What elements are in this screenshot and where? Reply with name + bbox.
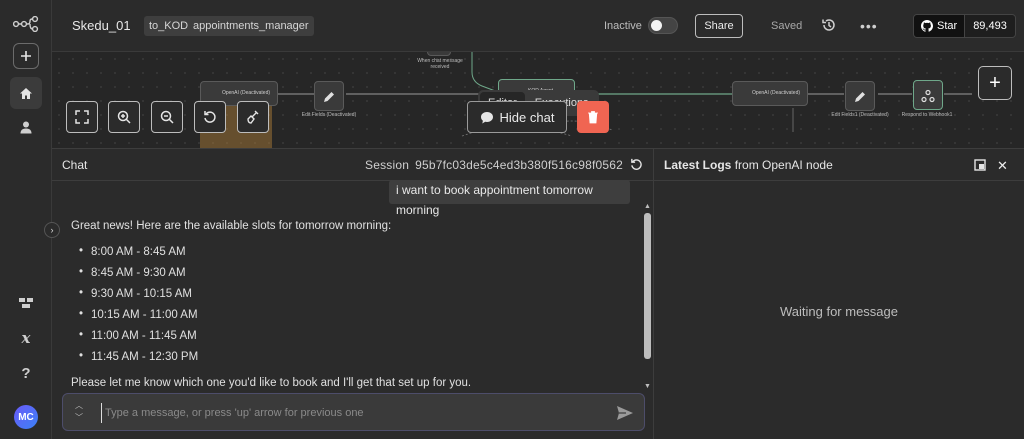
more-options-icon[interactable]: ••• bbox=[860, 18, 878, 34]
logs-empty-state: Waiting for message bbox=[779, 304, 898, 319]
zoom-out-icon bbox=[160, 110, 174, 124]
user-icon[interactable] bbox=[10, 111, 42, 143]
zoom-in-icon bbox=[117, 110, 131, 124]
slot-list: 8:00 AM - 8:45 AM 8:45 AM - 9:30 AM 9:30… bbox=[71, 245, 631, 372]
app-root: x ? MC Skedu_01 to_KOD appointments_mana… bbox=[0, 0, 1024, 439]
scroll-up-icon[interactable]: ▲ bbox=[644, 203, 651, 210]
popout-icon[interactable] bbox=[974, 159, 986, 171]
tag-appointments-manager[interactable]: appointments_manager bbox=[188, 16, 314, 36]
github-star-count: 89,493 bbox=[964, 15, 1015, 37]
slot-item: 8:45 AM - 9:30 AM bbox=[79, 266, 631, 288]
chat-trigger-node-label: When chat message received bbox=[417, 58, 463, 70]
respond-webhook-node-label: Respond to Webhook1 bbox=[901, 112, 953, 118]
message-input[interactable] bbox=[101, 403, 601, 423]
openai-node-1-title: OpenAI (Deactivated) bbox=[221, 90, 271, 96]
hide-chat-label: Hide chat bbox=[499, 109, 555, 125]
add-workflow-button[interactable] bbox=[13, 43, 39, 69]
edit-fields-1-node[interactable] bbox=[845, 81, 875, 111]
variables-icon[interactable]: x bbox=[10, 322, 42, 354]
slot-item: 11:45 AM - 12:30 PM bbox=[79, 350, 631, 372]
zoom-out-button[interactable] bbox=[151, 101, 183, 133]
zoom-in-button[interactable] bbox=[108, 101, 140, 133]
broom-icon bbox=[247, 110, 259, 124]
avatar[interactable]: MC bbox=[14, 405, 38, 429]
send-icon[interactable] bbox=[616, 404, 634, 422]
undo-icon bbox=[204, 111, 216, 123]
left-sidebar: x ? MC bbox=[0, 0, 52, 439]
fit-view-icon bbox=[75, 110, 89, 124]
slot-item: 10:15 AM - 11:00 AM bbox=[79, 308, 631, 330]
message-input-box: ︿ ﹀ bbox=[62, 393, 645, 431]
bot-message: Great news! Here are the available slots… bbox=[71, 220, 631, 389]
edit-fields-node[interactable] bbox=[314, 81, 344, 111]
saved-status: Saved bbox=[771, 20, 803, 32]
scroll-down-icon[interactable]: ▼ bbox=[644, 383, 651, 390]
help-icon[interactable]: ? bbox=[10, 357, 42, 389]
session-id[interactable]: 95b7fc03de5c4ed3b380f516c98f0562 bbox=[415, 158, 623, 172]
history-icon[interactable] bbox=[821, 17, 837, 33]
hide-chat-button[interactable]: Hide chat bbox=[467, 101, 567, 133]
tag-to-kod[interactable]: to_KOD bbox=[144, 16, 194, 36]
logs-title-bold: Latest Logs bbox=[664, 158, 732, 172]
logs-header: Latest Logs from OpenAI node ✕ bbox=[654, 149, 1024, 181]
logo-icon[interactable] bbox=[10, 8, 42, 40]
slot-item: 11:00 AM - 11:45 AM bbox=[79, 329, 631, 351]
edit-fields-node-label: Edit Fields (Deactivated) bbox=[301, 112, 357, 118]
slot-item: 8:00 AM - 8:45 AM bbox=[79, 245, 631, 267]
tidy-up-button[interactable] bbox=[237, 101, 269, 133]
logs-panel: Latest Logs from OpenAI node ✕ Waiting f… bbox=[654, 148, 1024, 439]
collapse-chevron-icon[interactable]: › bbox=[44, 222, 60, 238]
fit-view-button[interactable] bbox=[66, 101, 98, 133]
add-node-button[interactable]: + bbox=[978, 66, 1012, 100]
chat-title: Chat bbox=[62, 158, 88, 172]
home-icon[interactable] bbox=[10, 77, 42, 109]
session-info: Session 95b7fc03de5c4ed3b380f516c98f0562 bbox=[365, 158, 623, 172]
chat-scrollbar[interactable]: ▲ ▼ bbox=[642, 183, 654, 395]
templates-icon[interactable] bbox=[10, 287, 42, 319]
openai-node-2[interactable]: OpenAI (Deactivated) bbox=[732, 81, 808, 106]
delete-button[interactable] bbox=[577, 101, 609, 133]
workflow-name[interactable]: Skedu_01 bbox=[72, 18, 131, 33]
trash-icon bbox=[588, 111, 598, 124]
user-message: i want to book appointment tomorrow morn… bbox=[389, 180, 630, 217]
github-icon bbox=[921, 20, 933, 32]
logs-title-source: from OpenAI node bbox=[734, 158, 833, 172]
respond-webhook-node[interactable] bbox=[913, 80, 943, 110]
activation-status-label: Inactive bbox=[604, 20, 642, 32]
chat-trigger-node[interactable] bbox=[427, 52, 451, 56]
session-label: Session bbox=[365, 158, 410, 172]
openai-node-2-title: OpenAI (Deactivated) bbox=[751, 90, 801, 96]
chat-bubble-icon bbox=[480, 111, 493, 123]
activation-toggle[interactable] bbox=[648, 17, 678, 34]
top-bar: Skedu_01 to_KOD appointments_manager Ina… bbox=[52, 0, 1024, 52]
github-star-widget[interactable]: Star 89,493 bbox=[913, 14, 1016, 38]
pencil-icon bbox=[324, 92, 334, 102]
history-arrows-icon[interactable]: ︿ ﹀ bbox=[75, 400, 83, 424]
chat-header: Chat Session 95b7fc03de5c4ed3b380f516c98f… bbox=[52, 149, 654, 181]
close-icon[interactable]: ✕ bbox=[997, 158, 1008, 174]
bot-message-outro: Please let me know which one you'd like … bbox=[71, 377, 472, 389]
logs-title: Latest Logs from OpenAI node bbox=[664, 158, 833, 172]
webhook-icon bbox=[921, 89, 935, 103]
share-button[interactable]: Share bbox=[695, 14, 743, 38]
workflow-canvas[interactable]: When chat message received OpenAI (Deact… bbox=[52, 52, 1024, 148]
edit-fields-1-node-label: Edit Fields1 (Deactivated) bbox=[831, 112, 889, 118]
reset-zoom-button[interactable] bbox=[194, 101, 226, 133]
github-star-label: Star bbox=[937, 20, 958, 32]
scrollbar-thumb[interactable] bbox=[644, 213, 651, 359]
toggle-knob bbox=[651, 20, 662, 31]
bot-message-intro: Great news! Here are the available slots… bbox=[71, 220, 392, 232]
slot-item: 9:30 AM - 10:15 AM bbox=[79, 287, 631, 309]
refresh-session-icon[interactable] bbox=[630, 158, 643, 171]
chat-panel: Chat Session 95b7fc03de5c4ed3b380f516c98f… bbox=[44, 148, 654, 439]
pencil-icon bbox=[855, 92, 865, 102]
github-star-button[interactable]: Star bbox=[914, 15, 965, 37]
